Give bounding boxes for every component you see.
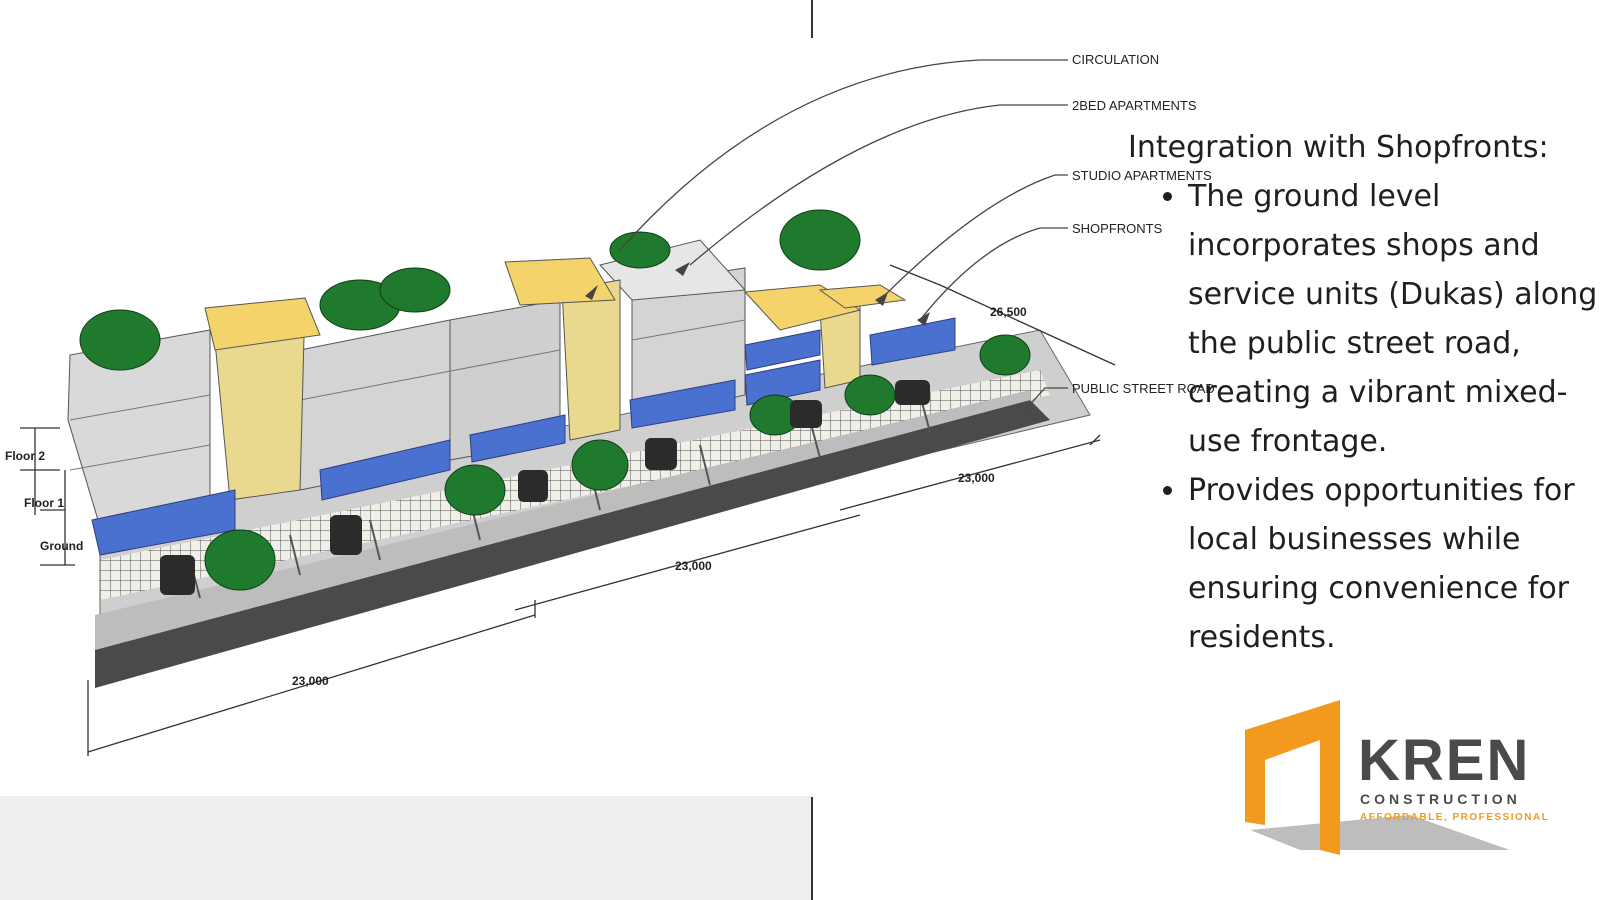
description-text: Integration with Shopfronts: The ground … <box>1128 124 1600 662</box>
dimension-middle: 23,000 <box>675 559 712 573</box>
bullet-list: The ground level incorporates shops and … <box>1128 172 1600 662</box>
bullet-item: Provides opportunities for local busines… <box>1188 466 1600 662</box>
dimension-depth: 26,500 <box>990 305 1027 319</box>
kren-logo: KREN CONSTRUCTION AFFORDABLE, PROFESSION… <box>1245 700 1549 855</box>
dimension-back: 23,000 <box>958 471 995 485</box>
logo-tagline: AFFORDABLE, PROFESSIONAL <box>1360 812 1549 823</box>
label-2bed-apartments: 2BED APARTMENTS <box>1072 98 1197 113</box>
logo-name: KREN <box>1358 728 1530 793</box>
label-circulation: CIRCULATION <box>1072 52 1159 67</box>
level-floor-1: Floor 1 <box>24 496 64 510</box>
bullet-item: The ground level incorporates shops and … <box>1188 172 1600 466</box>
dimension-front: 23,000 <box>292 674 329 688</box>
slide: CIRCULATION 2BED APARTMENTS STUDIO APART… <box>0 0 1600 900</box>
heading: Integration with Shopfronts: <box>1128 130 1549 165</box>
logo-sub: CONSTRUCTION <box>1360 791 1521 807</box>
level-ground: Ground <box>40 539 83 553</box>
level-floor-2: Floor 2 <box>5 449 45 463</box>
